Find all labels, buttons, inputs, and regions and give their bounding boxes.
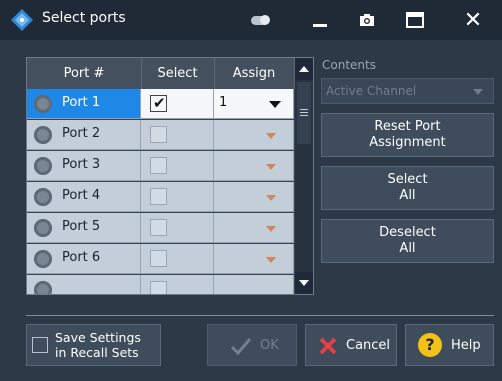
port-cell[interactable]: Port 3 <box>27 151 141 181</box>
divider <box>26 315 494 316</box>
screenshot-button[interactable] <box>352 6 382 34</box>
port-label: Port 5 <box>62 219 101 234</box>
select-cell[interactable] <box>141 213 214 243</box>
select-checkbox[interactable] <box>150 219 167 236</box>
select-cell[interactable] <box>141 275 214 294</box>
scrollbar-thumb[interactable] <box>297 82 311 144</box>
column-header-assign[interactable]: Assign <box>214 58 295 89</box>
contents-value: Active Channel <box>326 84 417 98</box>
table-row[interactable]: Port 3 <box>27 151 294 182</box>
help-label: Help <box>451 338 481 353</box>
chevron-down-icon <box>266 226 276 232</box>
port-label: Port 4 <box>62 188 101 203</box>
minimize-icon <box>313 24 327 27</box>
select-cell[interactable] <box>141 182 214 212</box>
save-settings-checkbox[interactable] <box>32 337 48 353</box>
maximize-button[interactable] <box>400 6 430 34</box>
save-settings-toggle[interactable]: Save Settings in Recall Sets <box>26 324 161 366</box>
assign-dropdown[interactable]: 1 <box>214 89 294 119</box>
help-button[interactable]: ? Help <box>405 324 494 366</box>
cancel-x-icon <box>319 337 337 355</box>
minimize-button[interactable] <box>305 6 335 34</box>
select-cell[interactable] <box>141 244 214 274</box>
select-cell[interactable] <box>141 120 214 150</box>
port-cell[interactable]: Port 1 <box>27 89 141 119</box>
port-cell[interactable] <box>27 275 141 294</box>
port-connector-icon <box>34 219 52 237</box>
maximize-icon <box>406 12 424 28</box>
table-row[interactable]: Port 6 <box>27 244 294 275</box>
assign-dropdown[interactable] <box>214 244 294 274</box>
port-connector-icon <box>34 281 52 294</box>
select-checkbox[interactable]: ✔ <box>150 94 167 112</box>
table-row[interactable]: Port 5 <box>27 213 294 244</box>
assign-value: 1 <box>219 95 228 110</box>
table-row[interactable]: Port 1 ✔ 1 <box>27 89 294 120</box>
window-title: Select ports <box>42 10 126 26</box>
save-settings-label: Save Settings in Recall Sets <box>55 330 141 360</box>
cancel-label: Cancel <box>346 338 391 353</box>
select-cell[interactable] <box>141 151 214 181</box>
grip-icon <box>300 109 308 110</box>
assign-dropdown[interactable] <box>214 213 294 243</box>
port-cell[interactable]: Port 4 <box>27 182 141 212</box>
port-label: Port 3 <box>62 157 101 172</box>
contents-label: Contents <box>322 58 376 72</box>
checkmark-icon: ✔ <box>153 94 166 112</box>
port-connector-icon <box>34 126 52 144</box>
assign-dropdown[interactable] <box>214 151 294 181</box>
ok-button[interactable]: OK <box>207 324 297 366</box>
port-connector-icon <box>34 250 52 268</box>
chevron-down-icon <box>266 195 276 201</box>
port-cell[interactable]: Port 2 <box>27 120 141 150</box>
port-label: Port 1 <box>62 95 101 110</box>
cancel-button[interactable]: Cancel <box>305 324 397 366</box>
table-row[interactable]: Port 2 <box>27 120 294 151</box>
camera-icon <box>360 14 374 26</box>
chevron-down-icon <box>266 257 276 263</box>
chevron-down-icon <box>473 89 483 95</box>
ok-label: OK <box>260 338 279 353</box>
chevron-down-icon <box>266 164 276 170</box>
port-label: Port 2 <box>62 126 101 141</box>
select-checkbox[interactable] <box>150 157 167 174</box>
select-checkbox[interactable] <box>150 250 167 267</box>
assign-dropdown[interactable] <box>214 120 294 150</box>
select-cell[interactable]: ✔ <box>141 89 214 119</box>
contents-dropdown[interactable]: Active Channel <box>321 78 494 104</box>
reset-port-assignment-button[interactable]: Reset Port Assignment <box>321 113 494 157</box>
chevron-down-icon <box>266 133 276 139</box>
assign-dropdown[interactable] <box>214 275 294 294</box>
toggle-icon <box>251 15 270 25</box>
table-row[interactable] <box>27 275 294 294</box>
title-bar: Select ports ✕ <box>0 0 502 40</box>
column-header-port[interactable]: Port # <box>27 58 142 89</box>
checkmark-icon <box>230 338 252 356</box>
select-all-button[interactable]: Select All <box>321 166 494 210</box>
port-cell[interactable]: Port 5 <box>27 213 141 243</box>
select-checkbox[interactable] <box>150 188 167 205</box>
port-connector-icon <box>34 157 52 175</box>
deselect-all-button[interactable]: Deselect All <box>321 219 494 263</box>
select-checkbox[interactable] <box>150 281 167 294</box>
port-connector-icon <box>34 95 52 113</box>
column-header-select[interactable]: Select <box>141 58 215 89</box>
app-logo-icon <box>11 9 33 31</box>
close-button[interactable]: ✕ <box>458 6 488 34</box>
close-icon: ✕ <box>463 7 483 33</box>
toggle-button[interactable] <box>245 6 275 34</box>
port-label: Port 6 <box>62 250 101 265</box>
table-header: Port # Select Assign <box>27 58 295 89</box>
port-cell[interactable]: Port 6 <box>27 244 141 274</box>
scroll-down-icon[interactable] <box>295 272 313 294</box>
select-checkbox[interactable] <box>150 126 167 143</box>
port-table: Port # Select Assign Port 1 ✔ 1 Port 2 P… <box>26 57 314 295</box>
table-row[interactable]: Port 4 <box>27 182 294 213</box>
port-connector-icon <box>34 188 52 206</box>
chevron-down-icon <box>269 101 281 108</box>
assign-dropdown[interactable] <box>214 182 294 212</box>
table-scrollbar[interactable] <box>295 58 313 294</box>
scroll-up-icon[interactable] <box>295 58 313 80</box>
help-question-icon: ? <box>418 333 442 357</box>
